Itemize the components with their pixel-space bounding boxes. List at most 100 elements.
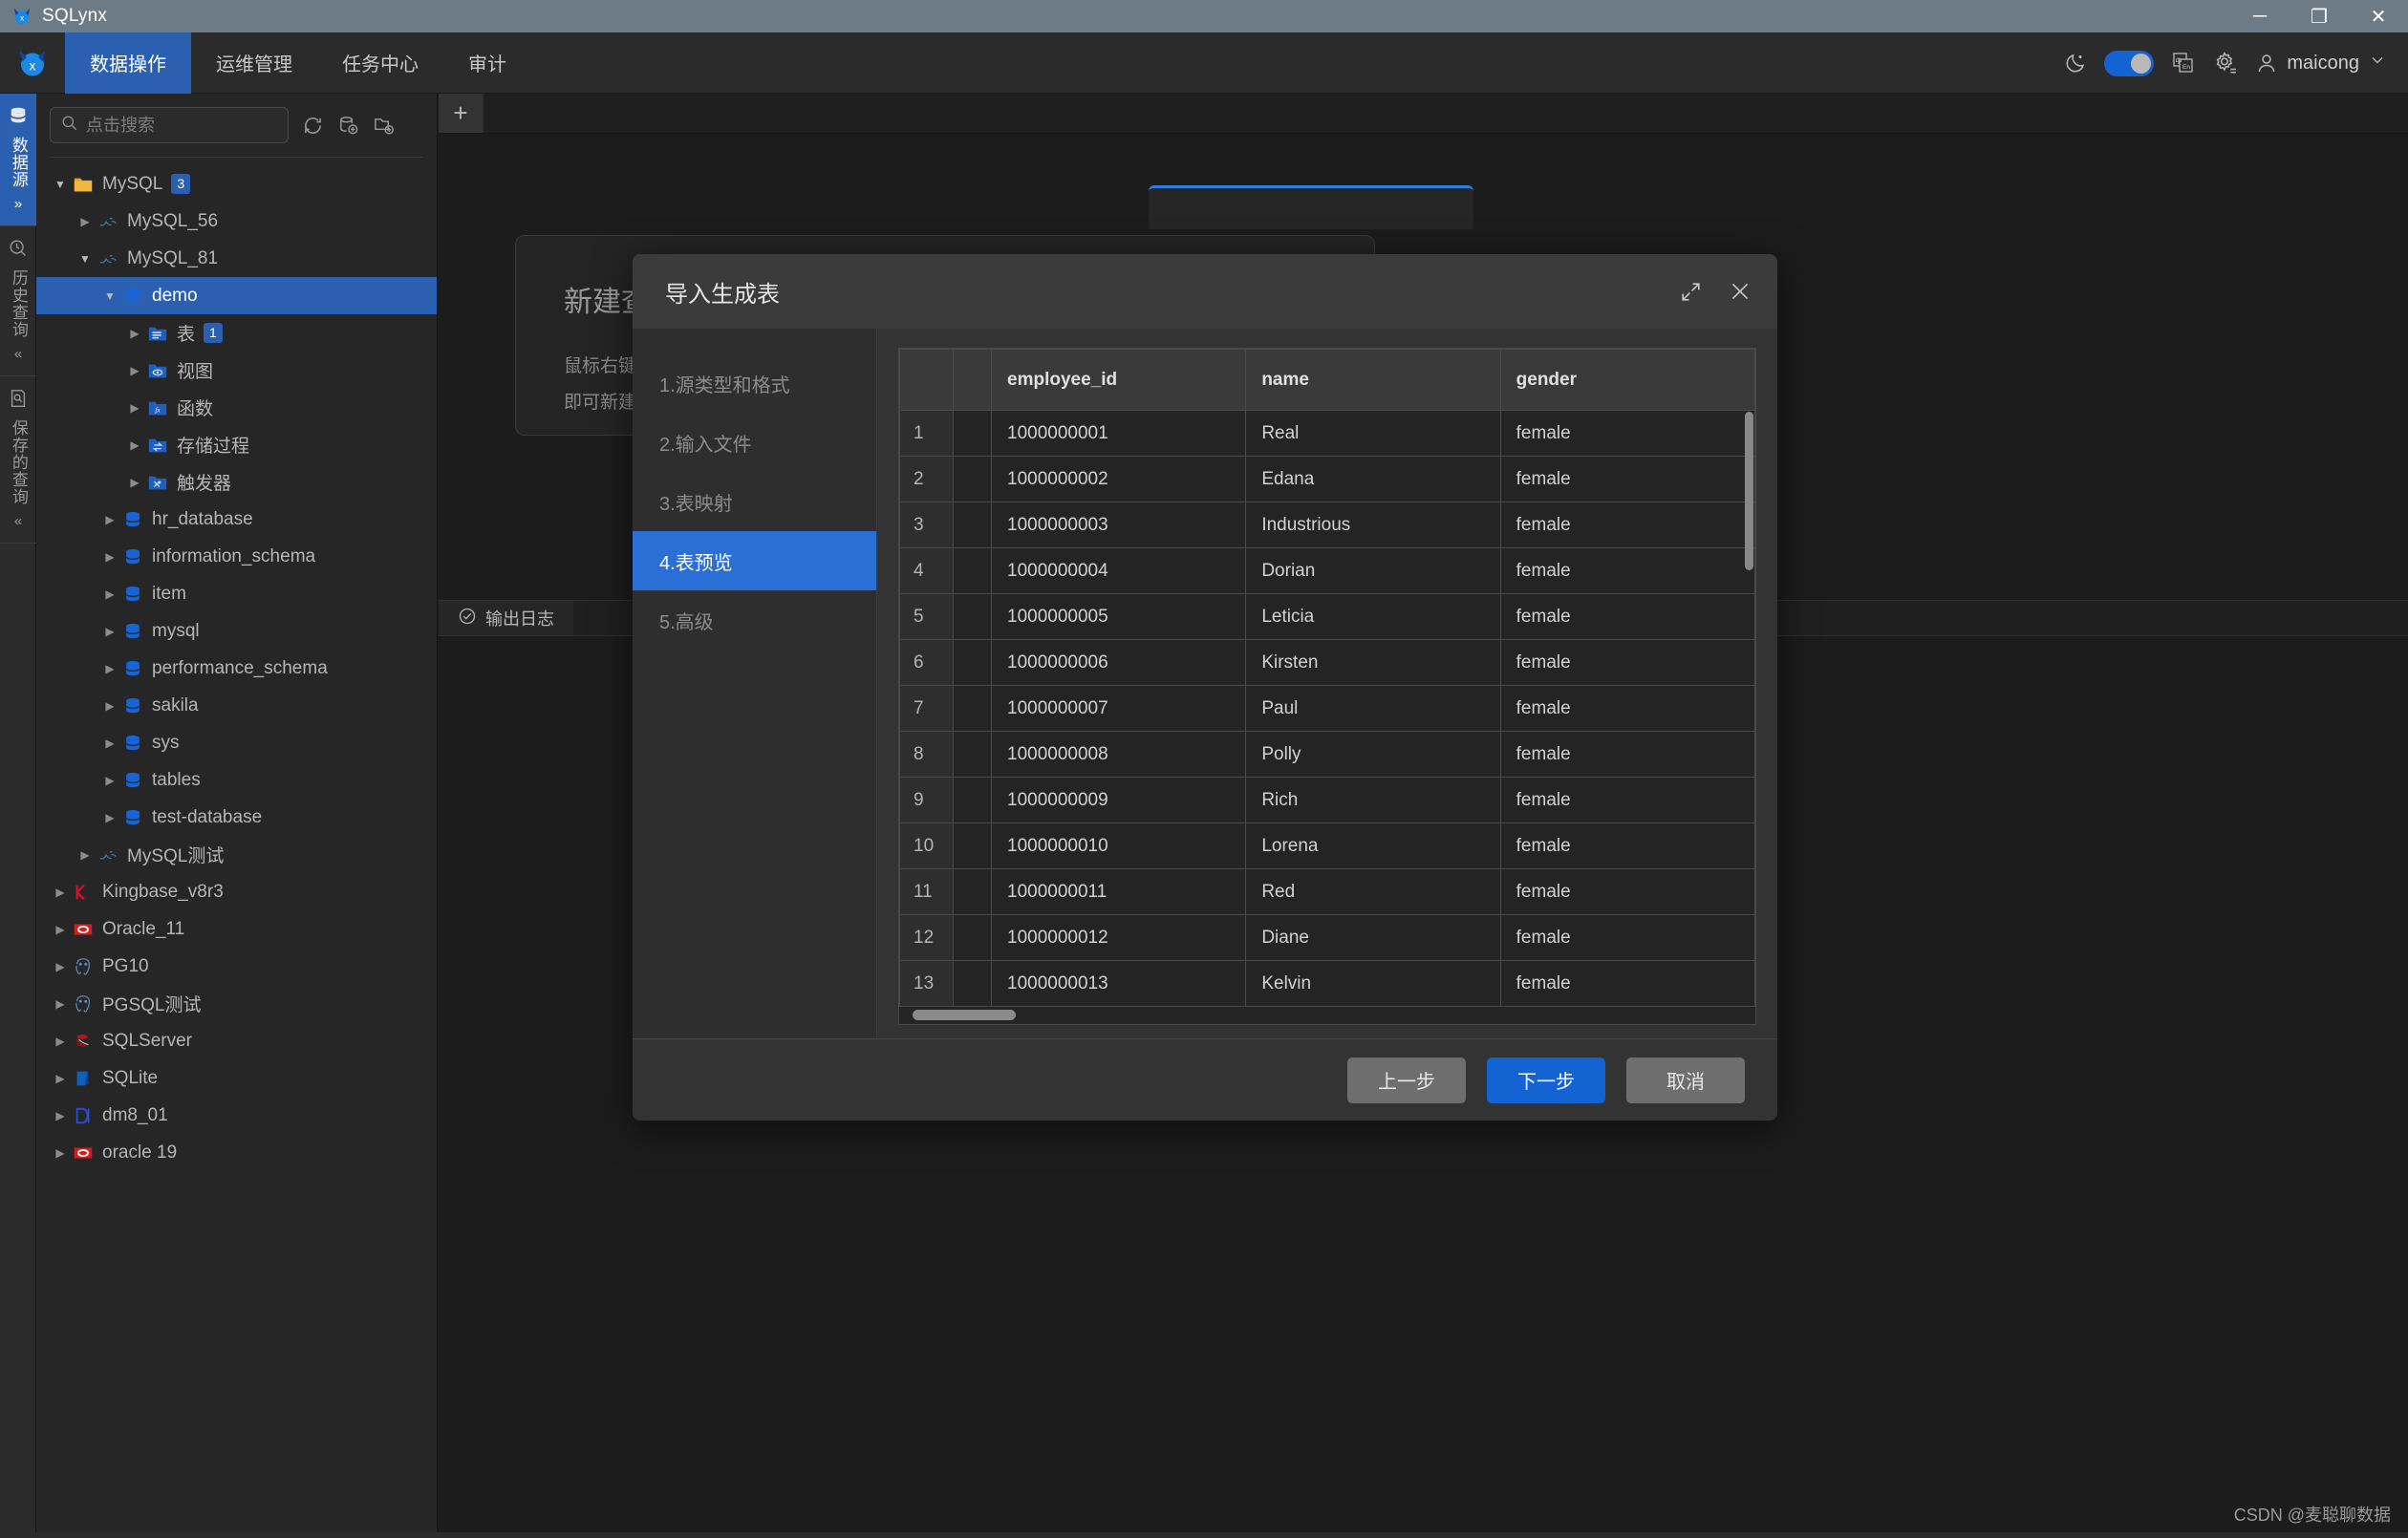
row-number[interactable]: 3 — [900, 502, 954, 548]
tree-node[interactable]: ▶mysql — [36, 612, 437, 650]
cell-name[interactable]: Lorena — [1246, 823, 1500, 869]
tree-node[interactable]: ▶存储过程 — [36, 426, 437, 463]
tree-node[interactable]: ▶Kingbase_v8r3 — [36, 873, 437, 910]
tree-node[interactable]: ▶MySQL_56 — [36, 203, 437, 240]
cell-employee_id[interactable]: 1000000003 — [992, 502, 1246, 548]
cell-name[interactable]: Diane — [1246, 915, 1500, 961]
cell-name[interactable]: Rich — [1246, 778, 1500, 823]
cell-name[interactable]: Kelvin — [1246, 961, 1500, 1007]
step-table-mapping[interactable]: 3.表映射 — [633, 472, 876, 531]
caret-right-icon[interactable]: ▶ — [50, 1072, 71, 1085]
cell-gender[interactable]: female — [1500, 457, 1754, 502]
caret-right-icon[interactable]: ▶ — [99, 737, 120, 750]
tree-node[interactable]: ▶表1 — [36, 314, 437, 352]
table-row[interactable]: 41000000004Dorianfemale — [900, 548, 1755, 594]
tree-node[interactable]: ▶SQLServer — [36, 1022, 437, 1059]
tree-node[interactable]: ▶tables — [36, 761, 437, 799]
row-number[interactable]: 6 — [900, 640, 954, 686]
tree-node[interactable]: ▶item — [36, 575, 437, 612]
cell-gender[interactable]: female — [1500, 594, 1754, 640]
table-row[interactable]: 3 1000000003Industriousfemale — [900, 502, 1755, 548]
caret-down-icon[interactable]: ▼ — [75, 252, 96, 266]
tree-node[interactable]: ▶MySQL测试 — [36, 836, 437, 873]
cell-gender[interactable]: female — [1500, 732, 1754, 778]
caret-right-icon[interactable]: ▶ — [50, 960, 71, 973]
caret-right-icon[interactable]: ▶ — [50, 997, 71, 1011]
caret-right-icon[interactable]: ▶ — [75, 215, 96, 228]
cell-employee_id[interactable]: 1000000004 — [992, 548, 1246, 594]
next-step-button[interactable]: 下一步 — [1487, 1057, 1605, 1103]
tree-node[interactable]: ▶PG10 — [36, 948, 437, 985]
caret-right-icon[interactable]: ▶ — [50, 886, 71, 899]
row-number[interactable]: 7 — [900, 686, 954, 732]
active-editor-tab-indicator[interactable] — [1149, 185, 1473, 229]
tree-node[interactable]: ▶触发器 — [36, 463, 437, 501]
row-number[interactable]: 4 — [900, 548, 954, 594]
minimize-button[interactable]: ─ — [2230, 0, 2290, 32]
cell-employee_id[interactable]: 1000000012 — [992, 915, 1246, 961]
rail-item-datasource[interactable]: 数据源 » — [0, 94, 36, 226]
caret-right-icon[interactable]: ▶ — [124, 476, 145, 489]
cell-gender[interactable]: female — [1500, 823, 1754, 869]
caret-right-icon[interactable]: ▶ — [99, 811, 120, 824]
gear-icon[interactable] — [2213, 51, 2238, 75]
cell-employee_id[interactable]: 1000000013 — [992, 961, 1246, 1007]
table-row[interactable]: 81000000008Pollyfemale — [900, 732, 1755, 778]
cell-name[interactable]: Industrious — [1246, 502, 1500, 548]
cell-employee_id[interactable]: 1000000011 — [992, 869, 1246, 915]
cell-name[interactable]: Edana — [1246, 457, 1500, 502]
caret-right-icon[interactable]: ▶ — [124, 401, 145, 415]
theme-toggle[interactable] — [2104, 51, 2154, 76]
caret-right-icon[interactable]: ▶ — [124, 364, 145, 377]
cell-name[interactable]: Paul — [1246, 686, 1500, 732]
maximize-button[interactable]: ❐ — [2290, 0, 2349, 32]
step-input-file[interactable]: 2.输入文件 — [633, 413, 876, 472]
new-tab-button[interactable]: + — [439, 94, 483, 133]
tree-node[interactable]: ▶oracle 19 — [36, 1134, 437, 1171]
table-row[interactable]: 131000000013Kelvinfemale — [900, 961, 1755, 1007]
tree-node[interactable]: ▶dm8_01 — [36, 1097, 437, 1134]
step-advanced[interactable]: 5.高级 — [633, 590, 876, 650]
tree-node[interactable]: ▶sakila — [36, 687, 437, 724]
cell-employee_id[interactable]: 1000000001 — [992, 411, 1246, 457]
nav-tab-audit[interactable]: 审计 — [443, 32, 531, 94]
row-number[interactable]: 2 — [900, 457, 954, 502]
caret-down-icon[interactable]: ▼ — [99, 289, 120, 303]
cell-employee_id[interactable]: 1000000009 — [992, 778, 1246, 823]
expand-icon[interactable] — [1679, 280, 1703, 304]
row-number[interactable]: 11 — [900, 869, 954, 915]
cell-gender[interactable]: female — [1500, 502, 1754, 548]
tree-node[interactable]: ▶视图 — [36, 352, 437, 389]
cell-gender[interactable]: female — [1500, 686, 1754, 732]
caret-right-icon[interactable]: ▶ — [75, 848, 96, 862]
moon-icon[interactable] — [2064, 52, 2087, 75]
caret-right-icon[interactable]: ▶ — [50, 1146, 71, 1160]
rail-item-history[interactable]: 历史查询 « — [0, 226, 36, 376]
user-menu[interactable]: maicong — [2255, 51, 2387, 75]
tree-node[interactable]: ▶test-database — [36, 799, 437, 836]
cancel-button[interactable]: 取消 — [1626, 1057, 1745, 1103]
cell-gender[interactable]: female — [1500, 915, 1754, 961]
tree-node[interactable]: ▼demo — [36, 277, 437, 314]
table-row[interactable]: 111000000011Redfemale — [900, 869, 1755, 915]
cell-gender[interactable]: female — [1500, 640, 1754, 686]
caret-right-icon[interactable]: ▶ — [50, 1109, 71, 1122]
row-number[interactable]: 8 — [900, 732, 954, 778]
caret-right-icon[interactable]: ▶ — [99, 513, 120, 526]
tab-output-log[interactable]: 输出日志 — [439, 601, 573, 635]
row-number[interactable]: 9 — [900, 778, 954, 823]
tree-node[interactable]: ▶sys — [36, 724, 437, 761]
caret-right-icon[interactable]: ▶ — [124, 327, 145, 340]
cell-name[interactable]: Red — [1246, 869, 1500, 915]
table-row[interactable]: 21000000002Edanafemale — [900, 457, 1755, 502]
row-number[interactable]: 10 — [900, 823, 954, 869]
table-row[interactable]: 71000000007Paulfemale — [900, 686, 1755, 732]
tree-node[interactable]: ▶Oracle_11 — [36, 910, 437, 948]
caret-down-icon[interactable]: ▼ — [50, 178, 71, 191]
add-datasource-icon[interactable] — [337, 115, 359, 137]
cell-name[interactable]: Real — [1246, 411, 1500, 457]
language-switch-icon[interactable]: 中 En — [2171, 51, 2196, 75]
table-row[interactable]: 101000000010Lorenafemale — [900, 823, 1755, 869]
tree-node[interactable]: ▶fx函数 — [36, 389, 437, 426]
nav-tab-task-center[interactable]: 任务中心 — [317, 32, 443, 94]
